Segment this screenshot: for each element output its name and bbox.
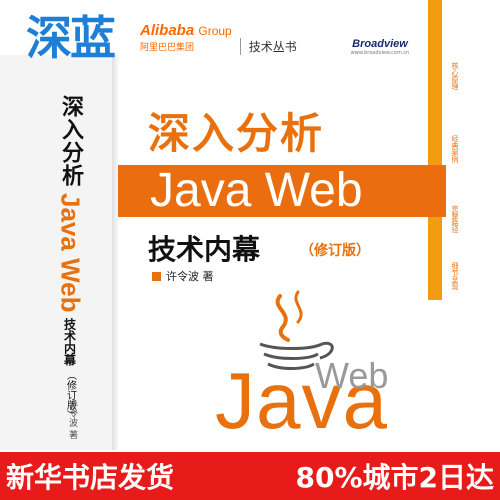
side-tag: 细节呈现 (451, 262, 459, 290)
book-title-cn: 深入分析 (148, 109, 325, 158)
spine-title-en: Java Web (55, 193, 86, 313)
alibaba-brand: Alibaba Group 阿里巴巴集团 技术丛书 (140, 22, 297, 55)
book-author: 许令波 著 (152, 268, 214, 284)
spine-text-column: 深入分析 Java Web 技术内幕 （修订版） (55, 95, 86, 420)
series-label: 技术丛书 (239, 38, 297, 55)
side-tag: 核心原理 (451, 62, 459, 90)
spine-author: 许令波 著 (67, 400, 77, 439)
book-edition: （修订版） (300, 243, 370, 259)
banner-right-text: 80%城市2日达 (295, 461, 494, 494)
publisher-name: Broadview (352, 38, 408, 50)
author-marker (152, 271, 161, 281)
store-logo-text: 深蓝 (26, 11, 116, 65)
publisher-logo: Broadview www.broadview.com.cn (350, 38, 410, 56)
promo-banner: 新华书店发货 80%城市2日达 (0, 452, 500, 500)
spine-title: 深入分析 (58, 95, 83, 187)
alibaba-cn: 阿里巴巴集团 (140, 43, 195, 53)
banner-left-text: 新华书店发货 (6, 461, 175, 494)
publisher-url: www.broadview.com.cn (350, 50, 410, 56)
alibaba-group-word: Group (198, 24, 232, 38)
web-word: Web (315, 355, 389, 396)
alibaba-logo: Alibaba Group 阿里巴巴集团 (140, 22, 232, 53)
product-image: 深入分析 Java Web 技术内幕 （修订版） 许令波 著 深蓝 Alibab… (0, 0, 500, 500)
book-subtitle: 技术内幕 (148, 233, 261, 266)
alibaba-word: Alibaba (140, 22, 195, 39)
store-logo: 深蓝 (0, 0, 140, 70)
book-title-en: Java Web (150, 164, 363, 217)
author-name: 许令波 著 (166, 270, 214, 283)
side-tag: 经典案例 (451, 135, 459, 163)
spine-subtitle: 技术内幕 (62, 318, 77, 367)
